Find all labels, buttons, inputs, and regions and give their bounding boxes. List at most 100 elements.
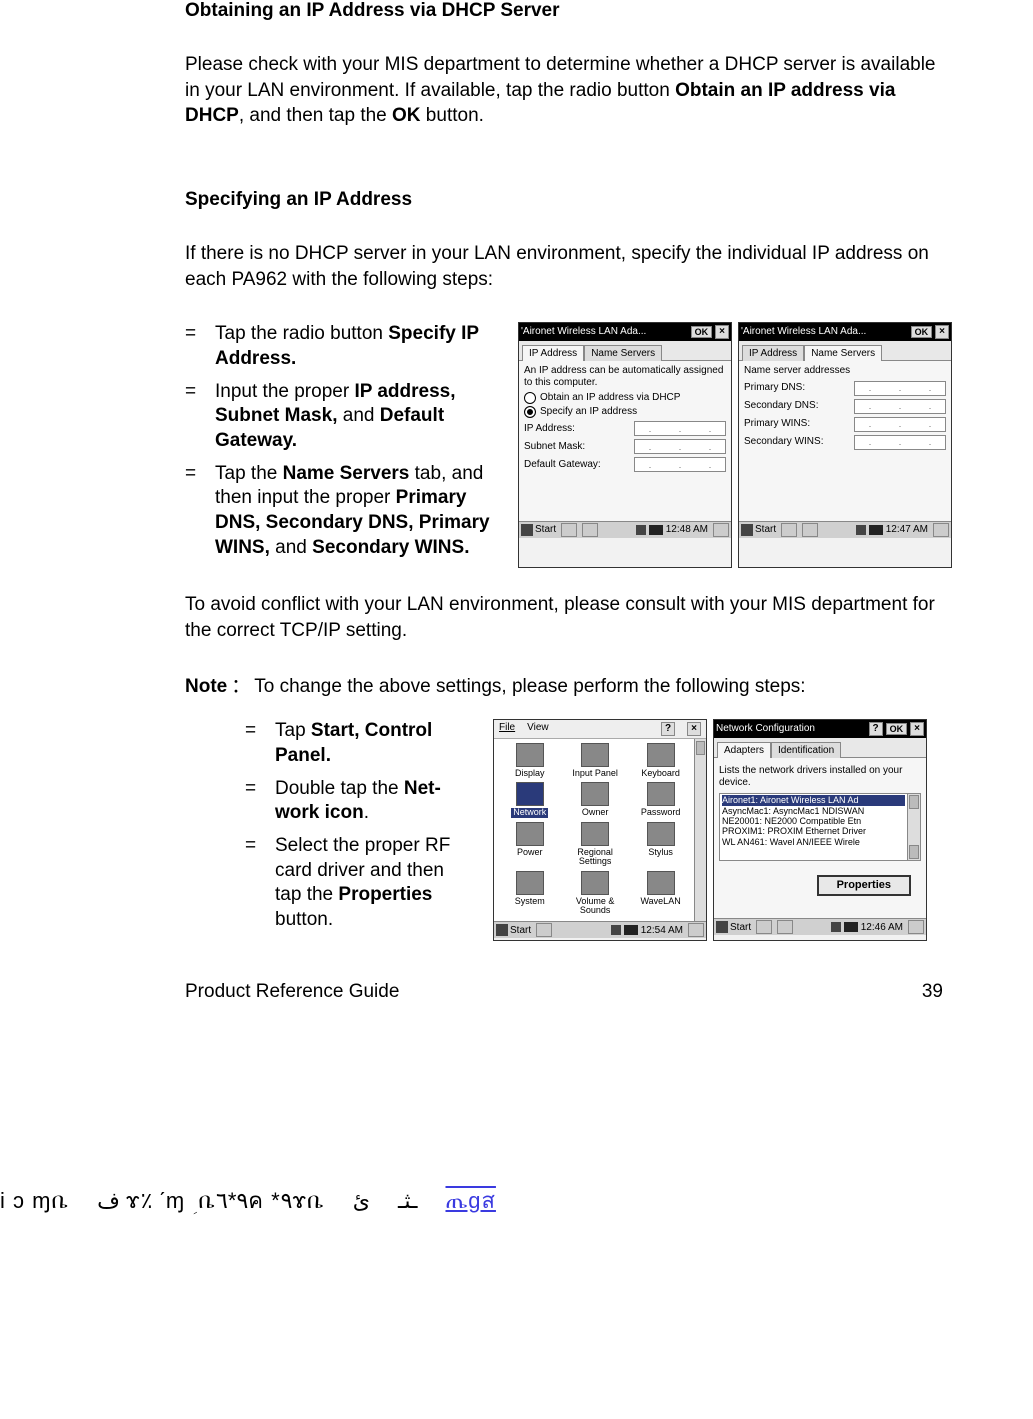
sip-icon[interactable] xyxy=(713,523,729,537)
ip-input[interactable]: ... xyxy=(854,435,946,450)
text-bold: Name Servers xyxy=(283,463,410,484)
taskbar-button-icon[interactable] xyxy=(582,523,598,537)
sip-icon[interactable] xyxy=(933,523,949,537)
screenshot-network-config: Network Configuration ? OK × Adapters Id… xyxy=(713,719,927,941)
control-panel-item[interactable]: WaveLAN xyxy=(629,871,692,916)
field-primary-wins: Primary WINS:... xyxy=(744,417,946,432)
tray-icon[interactable] xyxy=(611,925,621,935)
taskbar-button-icon[interactable] xyxy=(756,920,772,934)
titlebar: Network Configuration ? OK × xyxy=(714,720,926,738)
ok-button[interactable]: OK xyxy=(691,326,713,338)
taskbar-button-icon[interactable] xyxy=(536,923,552,937)
start-button[interactable]: Start xyxy=(741,524,776,536)
close-icon[interactable]: × xyxy=(687,722,701,736)
start-button[interactable]: Start xyxy=(716,921,751,933)
screenshots-row-2: File View ? × DisplayInput PanelKeyboard… xyxy=(493,719,927,941)
tab-adapters[interactable]: Adapters xyxy=(717,742,771,759)
ok-button[interactable]: OK xyxy=(911,326,933,338)
properties-button[interactable]: Properties xyxy=(817,875,911,896)
tray-icon[interactable] xyxy=(636,525,646,535)
tab-name-servers[interactable]: Name Servers xyxy=(584,345,662,362)
list-item[interactable]: NE20001: NE2000 Compatible Etn xyxy=(722,816,905,826)
close-icon[interactable]: × xyxy=(935,325,949,339)
tray-icon[interactable] xyxy=(831,922,841,932)
keyboard-icon[interactable] xyxy=(844,922,858,932)
keyboard-icon[interactable] xyxy=(624,925,638,935)
list-item[interactable]: AsyncMac1: AsyncMac1 NDISWAN xyxy=(722,806,905,816)
text: Tap the xyxy=(215,463,283,484)
control-panel-item[interactable]: Display xyxy=(498,743,561,778)
scrollbar[interactable] xyxy=(907,794,920,860)
ok-button[interactable]: OK xyxy=(886,723,908,735)
note-body: To change the above settings, please per… xyxy=(254,674,805,700)
start-icon xyxy=(716,921,728,933)
text: . xyxy=(364,802,369,823)
start-label: Start xyxy=(510,925,531,937)
radio-specify-ip[interactable]: Specify an IP address xyxy=(524,406,726,418)
control-panel-item[interactable]: Owner xyxy=(563,782,626,817)
text: and xyxy=(337,405,379,426)
sip-icon[interactable] xyxy=(908,920,924,934)
control-panel-item[interactable]: Power xyxy=(498,822,561,867)
help-icon[interactable]: ? xyxy=(661,722,675,736)
control-panel-item[interactable]: Password xyxy=(629,782,692,817)
menu-file[interactable]: File xyxy=(499,722,515,736)
row-bullets-and-shots-1: = Tap the radio button Specify IP Addres… xyxy=(185,322,953,568)
text: button. xyxy=(275,909,333,930)
radio-icon xyxy=(524,406,536,418)
para-specify: If there is no DHCP server in your LAN e… xyxy=(185,241,953,292)
applet-icon xyxy=(647,871,675,895)
tab-identification[interactable]: Identification xyxy=(771,742,841,759)
ip-input[interactable]: ... xyxy=(634,421,726,436)
radio-obtain-dhcp[interactable]: Obtain an IP address via DHCP xyxy=(524,392,726,404)
control-panel-item[interactable]: Network xyxy=(498,782,561,817)
start-button[interactable]: Start xyxy=(521,524,556,536)
start-button[interactable]: Start xyxy=(496,924,531,936)
taskbar: Start 12:46 AM xyxy=(714,918,926,935)
adapter-listbox[interactable]: Aironet1: Aironet Wireless LAN AdAsyncMa… xyxy=(719,793,921,861)
control-panel-item[interactable]: Keyboard xyxy=(629,743,692,778)
ip-input[interactable]: ... xyxy=(854,381,946,396)
control-panel-item[interactable]: Volume & Sounds xyxy=(563,871,626,916)
text: Input the proper xyxy=(215,381,354,402)
applet-icon xyxy=(516,782,544,806)
field-primary-dns: Primary DNS:... xyxy=(744,381,946,396)
ip-input[interactable]: ... xyxy=(854,399,946,414)
control-panel-item[interactable]: System xyxy=(498,871,561,916)
text: ـثـ xyxy=(398,1188,418,1214)
list-item[interactable]: PROXIM1: PROXIM Ethernet Driver xyxy=(722,826,905,836)
control-panel-item[interactable]: Stylus xyxy=(629,822,692,867)
help-icon[interactable]: ? xyxy=(869,722,883,736)
ip-input[interactable]: ... xyxy=(854,417,946,432)
ip-input[interactable]: ... xyxy=(634,457,726,472)
tab-ip-address[interactable]: IP Address xyxy=(522,345,584,362)
control-panel-item[interactable]: Regional Settings xyxy=(563,822,626,867)
menu-view[interactable]: View xyxy=(527,722,549,736)
tab-name-servers[interactable]: Name Servers xyxy=(804,345,882,362)
taskbar: Start 12:47 AM xyxy=(739,521,951,538)
keyboard-icon[interactable] xyxy=(649,525,663,535)
list-item: = Tap Start, Control Panel. xyxy=(245,719,475,768)
text: i ɔ ɱቤ xyxy=(0,1188,69,1214)
list-item[interactable]: Aironet1: Aironet Wireless LAN Ad xyxy=(722,795,905,805)
scrollbar[interactable] xyxy=(694,739,706,922)
list-item[interactable]: WL AN461: Wavel AN/IEEE Wirele xyxy=(722,837,905,847)
start-icon xyxy=(496,924,508,936)
close-icon[interactable]: × xyxy=(715,325,729,339)
bullet-icon: = xyxy=(245,834,275,933)
ip-input[interactable]: ... xyxy=(634,439,726,454)
keyboard-icon[interactable] xyxy=(869,525,883,535)
window-title: Network Configuration xyxy=(716,723,866,735)
sip-icon[interactable] xyxy=(688,923,704,937)
field-label: IP Address: xyxy=(524,423,630,435)
taskbar-button-icon[interactable] xyxy=(777,920,793,934)
tray-icon[interactable] xyxy=(856,525,866,535)
taskbar-button-icon[interactable] xyxy=(561,523,577,537)
taskbar: Start 12:54 AM xyxy=(494,921,706,938)
close-icon[interactable]: × xyxy=(910,722,924,736)
tab-ip-address[interactable]: IP Address xyxy=(742,345,804,362)
system-tray: 12:46 AM xyxy=(831,922,903,934)
taskbar-button-icon[interactable] xyxy=(802,523,818,537)
control-panel-item[interactable]: Input Panel xyxy=(563,743,626,778)
taskbar-button-icon[interactable] xyxy=(781,523,797,537)
